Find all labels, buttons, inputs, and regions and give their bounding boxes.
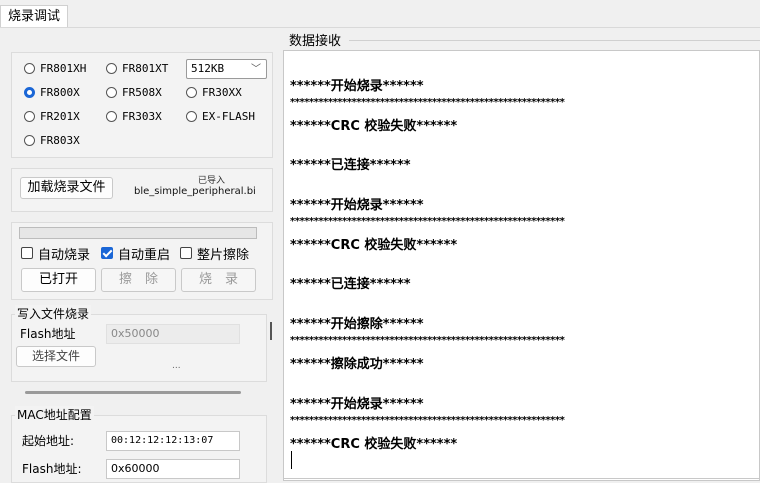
radio-fr801xt[interactable]: FR801XT bbox=[106, 58, 168, 78]
text-cursor bbox=[291, 451, 292, 469]
log-line: ******已连接****** bbox=[290, 277, 411, 292]
log-line: ******已连接****** bbox=[290, 158, 411, 173]
radio-fr303x[interactable]: FR303X bbox=[106, 106, 162, 126]
radio-icon bbox=[24, 134, 35, 146]
tab-burn-debug[interactable]: 烧录调试 bbox=[0, 5, 69, 28]
log-line: ******开始擦除****** bbox=[290, 317, 424, 332]
radio-label: FR801XT bbox=[122, 61, 169, 75]
radio-icon bbox=[186, 110, 197, 122]
chip-erase-checkbox[interactable]: 整片擦除 bbox=[180, 243, 249, 263]
load-file-group: 加载烧录文件 已导入 ble_simple_peripheral.bi bbox=[11, 168, 273, 212]
log-bottom-rule bbox=[284, 478, 759, 479]
flash-size-select[interactable]: 512KB ﹀ bbox=[186, 59, 267, 79]
data-receive-log[interactable]: ******开始烧录****** ***********************… bbox=[283, 50, 760, 481]
radio-label: EX-FLASH bbox=[202, 109, 255, 123]
log-line: ******CRC 校验失败****** bbox=[290, 437, 458, 452]
radio-ex-flash[interactable]: EX-FLASH bbox=[186, 106, 255, 126]
radio-fr201x[interactable]: FR201X bbox=[24, 106, 80, 126]
load-burn-file-button[interactable]: 加载烧录文件 bbox=[20, 177, 113, 199]
log-line: ****************************************… bbox=[290, 216, 565, 227]
checkbox-icon bbox=[180, 247, 192, 259]
log-line: ******CRC 校验失败****** bbox=[290, 119, 458, 134]
title-rule bbox=[349, 40, 760, 41]
radio-label: FR303X bbox=[122, 109, 162, 123]
checkbox-icon bbox=[21, 247, 33, 259]
radio-icon bbox=[24, 86, 35, 98]
radio-icon bbox=[106, 110, 117, 122]
mac-flash-address-label: Flash地址: bbox=[22, 462, 82, 476]
log-line: ******开始烧录****** bbox=[290, 79, 424, 94]
radio-label: FR201X bbox=[40, 109, 80, 123]
log-line: ****************************************… bbox=[290, 335, 565, 346]
radio-fr800x[interactable]: FR800X bbox=[24, 82, 80, 102]
data-receive-panel: 数据接收 ******开始烧录****** ******************… bbox=[283, 30, 760, 481]
log-line: ******开始烧录****** bbox=[290, 397, 424, 412]
log-line: ****************************************… bbox=[290, 415, 565, 426]
radio-fr508x[interactable]: FR508X bbox=[106, 82, 162, 102]
radio-fr801xh[interactable]: FR801XH bbox=[24, 58, 86, 78]
mac-config-title: MAC地址配置 bbox=[15, 406, 94, 423]
radio-fr30xx[interactable]: FR30XX bbox=[186, 82, 242, 102]
burn-control-group: 自动烧录 自动重启 整片擦除 已打开 擦 除 烧 录 bbox=[11, 222, 273, 300]
mac-config-group: 起始地址: 00:12:12:12:13:07 Flash地址: 0x60000 bbox=[11, 415, 267, 483]
tab-bar: 烧录调试 bbox=[0, 0, 760, 28]
mac-flash-address-input[interactable]: 0x60000 bbox=[106, 459, 240, 479]
radio-icon bbox=[24, 110, 35, 122]
radio-label: FR30XX bbox=[202, 85, 242, 99]
radio-icon bbox=[106, 86, 117, 98]
mac-start-address-label: 起始地址: bbox=[22, 434, 75, 448]
write-file-title: 写入文件烧录 bbox=[15, 305, 92, 322]
scrollbar-thumb[interactable] bbox=[270, 322, 272, 340]
left-panel: FR801XH FR801XT 512KB ﹀ FR800X FR508X FR3… bbox=[7, 40, 279, 483]
section-divider[interactable] bbox=[25, 391, 241, 394]
log-line: ******开始烧录****** bbox=[290, 198, 424, 213]
write-flash-address-input[interactable]: 0x50000 bbox=[106, 324, 240, 344]
radio-icon bbox=[186, 86, 197, 98]
radio-label: FR801XH bbox=[40, 61, 87, 75]
erase-button[interactable]: 擦 除 bbox=[101, 268, 176, 292]
checkbox-label: 自动重启 bbox=[118, 247, 171, 263]
log-line: ******CRC 校验失败****** bbox=[290, 238, 458, 253]
auto-restart-checkbox[interactable]: 自动重启 bbox=[101, 243, 170, 263]
checkbox-label: 整片擦除 bbox=[197, 247, 250, 263]
radio-label: FR803X bbox=[40, 133, 80, 147]
log-line: ******擦除成功****** bbox=[290, 357, 424, 372]
chip-select-group: FR801XH FR801XT 512KB ﹀ FR800X FR508X FR3… bbox=[11, 52, 273, 158]
radio-icon bbox=[24, 62, 35, 74]
write-flash-address-label: Flash地址 bbox=[20, 327, 76, 341]
radio-icon bbox=[106, 62, 117, 74]
open-button[interactable]: 已打开 bbox=[21, 268, 96, 292]
chevron-down-icon: ﹀ bbox=[251, 64, 261, 75]
mac-start-address-input[interactable]: 00:12:12:12:13:07 bbox=[106, 431, 240, 451]
radio-fr803x[interactable]: FR803X bbox=[24, 130, 80, 150]
checkbox-checked-icon bbox=[101, 247, 113, 259]
burn-progress-bar bbox=[19, 227, 257, 239]
tab-divider bbox=[0, 27, 760, 28]
file-name-label: ble_simple_peripheral.bi bbox=[134, 186, 256, 197]
file-status-label: 已导入 bbox=[198, 176, 226, 186]
radio-label: FR508X bbox=[122, 85, 162, 99]
write-file-group: Flash地址 0x50000 选择文件 ... bbox=[11, 314, 267, 382]
flash-size-value: 512KB bbox=[191, 62, 225, 75]
checkbox-label: 自动烧录 bbox=[38, 247, 91, 263]
data-receive-title: 数据接收 bbox=[289, 30, 346, 49]
file-path-ellipsis: ... bbox=[172, 361, 181, 371]
burn-button[interactable]: 烧 录 bbox=[181, 268, 256, 292]
auto-burn-checkbox[interactable]: 自动烧录 bbox=[21, 243, 90, 263]
select-file-button[interactable]: 选择文件 bbox=[16, 346, 96, 367]
log-line: ****************************************… bbox=[290, 97, 565, 108]
radio-label: FR800X bbox=[40, 85, 80, 99]
